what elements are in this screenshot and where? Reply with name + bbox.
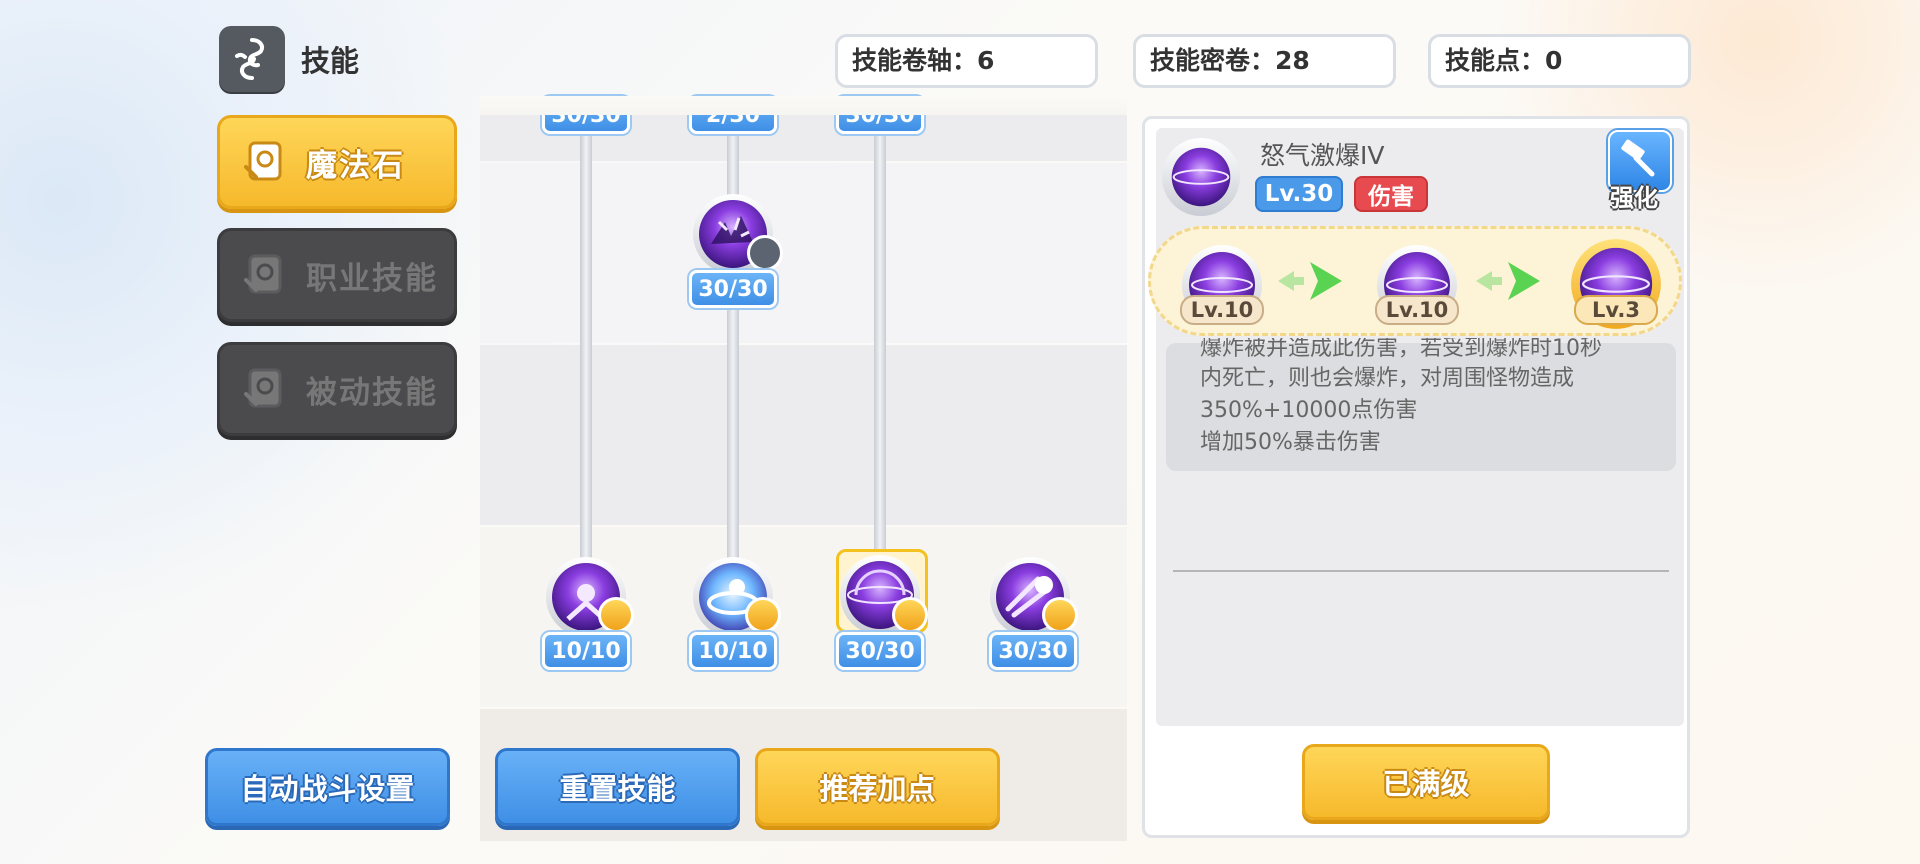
upgrade-stage-level: Lv.3 xyxy=(1574,295,1658,325)
tree-row-3 xyxy=(480,345,1127,525)
swirl-icon xyxy=(235,38,264,80)
coin-icon xyxy=(1042,597,1078,633)
description-line: 增加50%暴击伤害 xyxy=(1200,430,1381,455)
damage-type-tag: 伤害 xyxy=(1354,176,1428,212)
connector-line xyxy=(874,115,886,565)
skill-book-icon xyxy=(244,368,282,408)
skill-level-badge: 30/30 xyxy=(989,632,1077,670)
skill-level-badge: 10/10 xyxy=(689,632,777,670)
coin-icon xyxy=(892,597,928,633)
skill-level-tag: Lv.30 xyxy=(1255,176,1343,212)
connector-line xyxy=(580,115,592,565)
arrow-right-icon xyxy=(1476,262,1540,300)
tab-passive-skills[interactable]: 被动技能 xyxy=(217,342,457,436)
divider xyxy=(1173,570,1669,572)
description-line: 爆炸被并造成此伤害，若受到爆炸时10秒 xyxy=(1200,338,1602,361)
page-title: 技能 xyxy=(301,44,360,78)
skill-points-count: 技能点：0 xyxy=(1428,34,1691,88)
skill-book-icon xyxy=(244,254,282,294)
tab-class-skills[interactable]: 职业技能 xyxy=(217,228,457,322)
skill-book-icon xyxy=(244,141,282,181)
reset-skills-button[interactable]: 重置技能 xyxy=(495,748,740,826)
arrow-right-icon xyxy=(1278,262,1342,300)
skill-level-badge: 30/30 xyxy=(689,270,777,308)
enhance-button[interactable]: 强化 xyxy=(1606,128,1672,212)
coin-icon xyxy=(598,597,634,633)
tab-label: 被动技能 xyxy=(306,374,438,411)
tree-row-2 xyxy=(480,163,1127,343)
maxed-level-button[interactable]: 已满级 xyxy=(1302,744,1550,820)
lock-icon xyxy=(747,235,783,271)
tab-label: 魔法石 xyxy=(306,147,405,184)
skill-level-badge: 10/10 xyxy=(542,632,630,670)
skills-app-icon xyxy=(219,26,285,92)
tab-label: 职业技能 xyxy=(306,260,438,297)
upgrade-stage-level: Lv.10 xyxy=(1180,295,1264,325)
skill-name: 怒气激爆IV xyxy=(1260,141,1385,170)
coin-icon xyxy=(745,597,781,633)
enhance-label: 强化 xyxy=(1610,184,1658,212)
secret-scroll-count: 技能密卷：28 xyxy=(1133,34,1396,88)
connector-line xyxy=(727,115,739,565)
description-line: 350%+10000点伤害 xyxy=(1200,398,1418,423)
upgrade-stage-level: Lv.10 xyxy=(1375,295,1459,325)
selected-skill-icon xyxy=(1160,136,1242,218)
description-line: 内死亡，则也会爆炸，对周围怪物造成 xyxy=(1200,366,1575,391)
tab-magic-stone[interactable]: 魔法石 xyxy=(217,115,457,209)
auto-battle-settings-button[interactable]: 自动战斗设置 xyxy=(205,748,450,826)
recommend-points-button[interactable]: 推荐加点 xyxy=(755,748,1000,826)
skill-level-badge: 30/30 xyxy=(836,632,924,670)
skill-scroll-count: 技能卷轴：6 xyxy=(835,34,1098,88)
hammer-icon xyxy=(1621,139,1655,177)
